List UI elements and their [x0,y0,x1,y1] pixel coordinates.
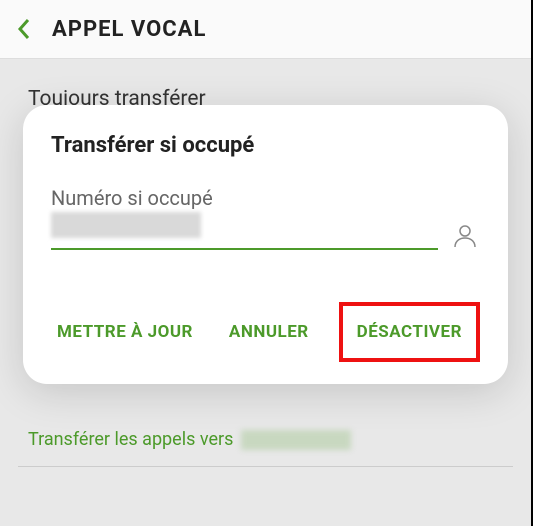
cancel-button[interactable]: ANNULER [223,312,315,352]
forward-busy-status-label: Transférer les appels vers [28,429,233,450]
number-field-label: Numéro si occupé [51,186,480,210]
chevron-left-icon [16,17,32,41]
divider [18,466,513,467]
back-button[interactable] [16,17,52,41]
deactivate-highlight: DÉSACTIVER [339,302,480,362]
contact-icon [452,222,478,248]
pick-contact-button[interactable] [450,220,480,250]
deactivate-button[interactable]: DÉSACTIVER [351,312,468,352]
dialog-button-row: METTRE À JOUR ANNULER DÉSACTIVER [51,302,480,366]
forward-busy-status-row[interactable]: Transférer les appels vers [18,421,513,462]
page-title: APPEL VOCAL [52,17,206,42]
dialog-title: Transférer si occupé [51,133,480,158]
number-input-wrap [51,212,438,250]
update-button[interactable]: METTRE À JOUR [51,312,199,352]
redacted-number [241,430,351,450]
forward-if-busy-dialog: Transférer si occupé Numéro si occupé ME… [23,105,508,384]
app-bar: APPEL VOCAL [0,0,531,59]
redacted-input-value [51,212,201,238]
